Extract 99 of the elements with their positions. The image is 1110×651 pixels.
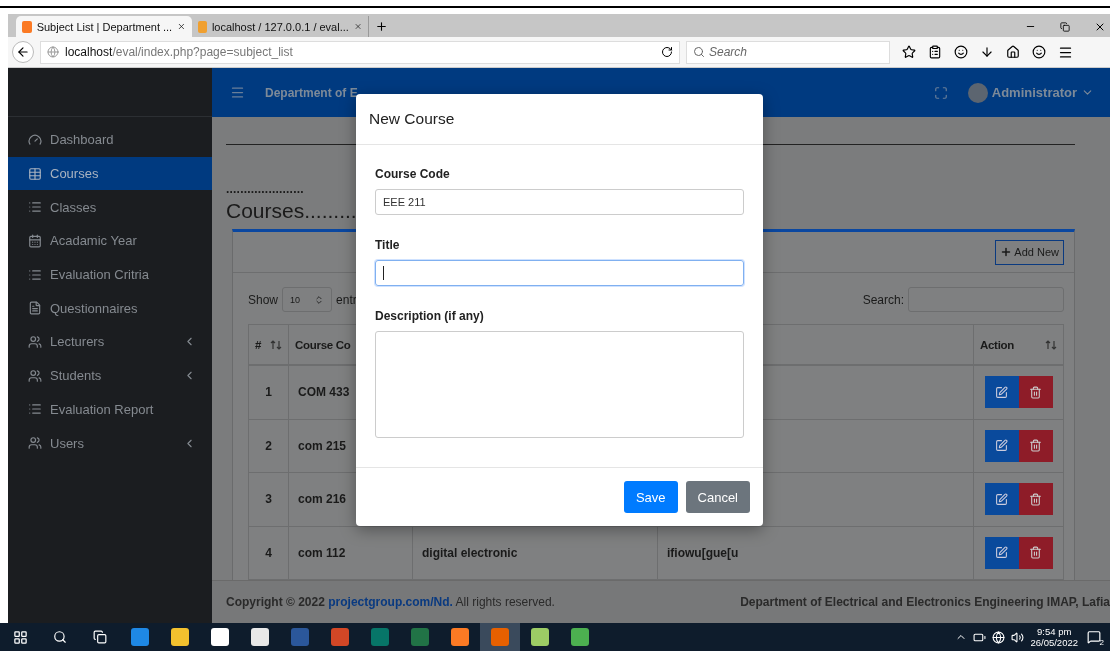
trash-icon — [1029, 492, 1042, 506]
app-icon — [331, 628, 349, 646]
field-label: Description (if any) — [375, 309, 485, 323]
message-icon — [1087, 630, 1101, 644]
reload-icon[interactable] — [661, 46, 673, 58]
restore-icon[interactable] — [1060, 21, 1070, 32]
input-field[interactable]: EEE 211 — [375, 189, 744, 215]
show-label: Show — [248, 292, 279, 307]
search-field[interactable]: Search — [686, 40, 890, 64]
edit-button[interactable] — [984, 429, 1019, 462]
search-label: Search: — [862, 292, 904, 307]
star-icon[interactable] — [902, 45, 916, 59]
edit-button[interactable] — [984, 536, 1019, 569]
notification-button[interactable]: 2 — [1084, 627, 1104, 647]
edit-icon — [995, 385, 1008, 399]
sidebar-item[interactable]: Evaluation Critria — [8, 257, 212, 292]
avatar-icon — [967, 82, 988, 103]
home-icon[interactable] — [1006, 45, 1020, 59]
page-heading-dots: ...................... — [226, 183, 304, 195]
edit-icon — [995, 439, 1008, 453]
file-icon — [28, 301, 42, 316]
table-cell: 1 — [249, 366, 289, 420]
app-icon — [171, 628, 189, 646]
search-icon — [53, 630, 67, 644]
app-icon — [491, 628, 509, 646]
delete-button[interactable] — [1018, 536, 1053, 569]
edit-icon — [995, 492, 1008, 506]
address-field[interactable]: localhost/eval/index.php?page=subject_list — [40, 40, 680, 64]
close-icon[interactable] — [177, 21, 186, 32]
search-icon — [693, 46, 705, 58]
field-label: Course Code — [375, 167, 451, 181]
favicon-icon — [198, 20, 207, 33]
delete-button[interactable] — [1018, 483, 1053, 516]
browser-tab[interactable]: localhost / 127.0.0.1 / eval... — [192, 16, 368, 37]
entries-label: entr — [336, 292, 357, 307]
save-button[interactable]: Save — [623, 481, 678, 513]
sort-icon — [270, 339, 282, 350]
app-icon — [411, 628, 429, 646]
sidebar-item[interactable]: Acadamic Year — [8, 224, 212, 258]
plus-icon — [375, 20, 388, 33]
users-icon — [28, 436, 42, 451]
globe-icon — [47, 46, 59, 58]
column-header[interactable]: # — [255, 338, 266, 351]
trash-icon — [1029, 439, 1042, 453]
gauge-icon — [28, 132, 42, 147]
copyright-text: Copyright © 2022 projectgroup.com/Nd. All rights reserved. — [226, 595, 555, 609]
footer-department: Department of Electrical and Electronics Engineering IMAP, Lafia — [740, 595, 1110, 609]
sidebar-item[interactable]: Evaluation Report — [8, 392, 212, 427]
speaker-icon[interactable] — [1011, 630, 1025, 644]
windows-logo-icon — [12, 629, 28, 645]
edit-button[interactable] — [984, 376, 1019, 409]
edit-icon — [995, 546, 1008, 560]
dialog-title: New Course — [369, 110, 455, 128]
cancel-button[interactable]: Cancel — [685, 481, 750, 513]
calendar-icon — [28, 233, 42, 248]
favicon-icon — [22, 20, 32, 33]
user-menu[interactable]: Administrator — [967, 82, 1094, 103]
app-icon — [571, 628, 589, 646]
sidebar-item[interactable]: Dashboard — [8, 123, 212, 157]
users-icon — [28, 334, 42, 349]
network-icon[interactable] — [992, 630, 1006, 644]
trash-icon — [1029, 385, 1042, 399]
page-title: Courses......... — [226, 199, 357, 224]
app-icon — [211, 628, 229, 646]
page-size-select[interactable]: 10 — [282, 287, 333, 312]
table-cell: 3 — [249, 473, 289, 527]
clock[interactable]: 9:54 pm 26/05/2022 — [1030, 626, 1078, 648]
app-icon — [531, 628, 549, 646]
sidebar-item[interactable]: Courses — [8, 156, 212, 191]
users-icon — [28, 368, 42, 383]
plus-icon — [1000, 246, 1013, 258]
browser-tab[interactable]: Subject List | Department ... — [16, 16, 192, 37]
smiley-icon[interactable] — [1032, 45, 1046, 59]
task-view-icon — [93, 630, 107, 644]
header-title: Department of E — [265, 85, 359, 100]
app-icon — [291, 628, 309, 646]
table-cell: 2 — [249, 419, 289, 473]
sidebar-item[interactable]: Classes — [8, 190, 212, 225]
updown-icon — [314, 294, 324, 305]
clipboard-icon[interactable] — [928, 45, 942, 59]
sidebar-item[interactable]: Lecturers — [8, 325, 212, 359]
sidebar-item[interactable]: Questionnaires — [8, 291, 212, 326]
app-icon — [251, 628, 269, 646]
sidebar-item[interactable]: Students — [8, 358, 212, 393]
sidebar-item[interactable]: Users — [8, 426, 212, 460]
delete-button[interactable] — [1018, 376, 1053, 409]
menu-icon[interactable] — [1058, 44, 1073, 60]
sort-icon — [1045, 339, 1057, 350]
field-label: Title — [375, 238, 401, 252]
add-new-button[interactable]: Add New — [995, 239, 1064, 265]
app-icon — [371, 628, 389, 646]
app-icon — [131, 628, 149, 646]
input-field[interactable] — [375, 260, 744, 286]
back-button[interactable] — [12, 41, 34, 63]
download-icon[interactable] — [980, 45, 994, 59]
edit-button[interactable] — [984, 483, 1019, 516]
trash-icon — [1029, 546, 1042, 560]
delete-button[interactable] — [1018, 429, 1053, 462]
app-icon — [451, 628, 469, 646]
